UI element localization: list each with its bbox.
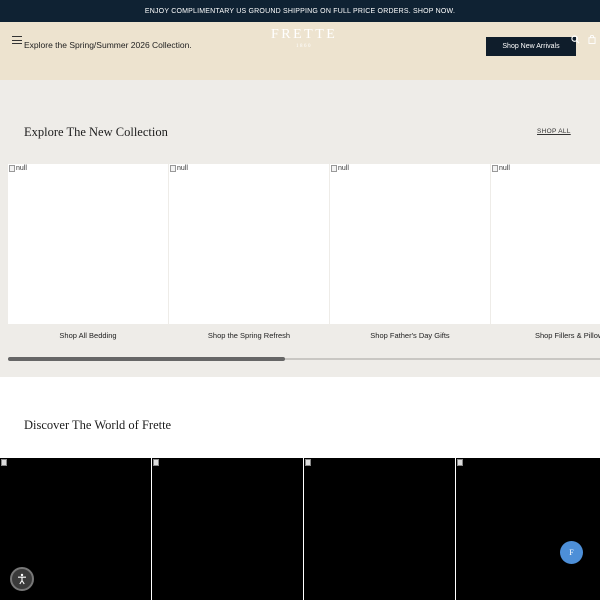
collection-card[interactable]: null Shop the Spring Refresh xyxy=(169,164,329,340)
broken-image-icon xyxy=(153,459,159,466)
site-header: Explore the Spring/Summer 2026 Collectio… xyxy=(0,22,600,80)
discover-grid xyxy=(0,458,600,600)
card-caption[interactable]: Shop All Bedding xyxy=(8,331,168,340)
broken-image-icon: null xyxy=(170,165,188,172)
card-image[interactable]: null xyxy=(8,164,168,324)
menu-icon[interactable] xyxy=(12,36,22,44)
broken-image-icon: null xyxy=(9,165,27,172)
logo-year: 1860 xyxy=(296,44,312,49)
broken-image-icon: null xyxy=(331,165,349,172)
shop-all-link[interactable]: SHOP ALL xyxy=(537,128,571,135)
broken-image-icon xyxy=(305,459,311,466)
discover-tile[interactable] xyxy=(152,458,303,600)
broken-image-icon xyxy=(457,459,463,466)
broken-image-icon xyxy=(1,459,7,466)
card-image[interactable]: null xyxy=(491,164,600,324)
collection-carousel[interactable]: null Shop All Bedding null Shop the Spri… xyxy=(8,164,600,344)
shop-new-arrivals-button[interactable]: Shop New Arrivals xyxy=(486,37,576,56)
announcement-bar[interactable]: ENJOY COMPLIMENTARY US GROUND SHIPPING O… xyxy=(0,0,600,22)
card-caption[interactable]: Shop Father's Day Gifts xyxy=(330,331,490,340)
section-title: Explore The New Collection xyxy=(24,125,168,139)
chat-label: F xyxy=(569,548,574,557)
discover-tile[interactable] xyxy=(456,458,600,600)
card-image[interactable]: null xyxy=(330,164,490,324)
broken-image-icon: null xyxy=(492,165,510,172)
collection-card[interactable]: null Shop Father's Day Gifts xyxy=(330,164,490,340)
new-collection-section: Explore The New Collection SHOP ALL null… xyxy=(0,80,600,377)
brand-logo[interactable]: FRETTE 1860 xyxy=(271,27,338,50)
section-title: Discover The World of Frette xyxy=(24,418,172,432)
search-icon[interactable] xyxy=(571,35,580,46)
card-caption[interactable]: Shop the Spring Refresh xyxy=(169,331,329,340)
card-image[interactable]: null xyxy=(169,164,329,324)
discover-tile[interactable] xyxy=(304,458,455,600)
carousel-scroll-thumb[interactable] xyxy=(8,357,285,361)
accessibility-icon[interactable] xyxy=(10,567,34,591)
collection-card[interactable]: null Shop All Bedding xyxy=(8,164,168,340)
discover-section: Discover The World of Frette xyxy=(0,377,600,458)
collection-card[interactable]: null Shop Fillers & Pillows xyxy=(491,164,600,340)
announcement-text[interactable]: ENJOY COMPLIMENTARY US GROUND SHIPPING O… xyxy=(145,8,455,15)
bag-icon[interactable] xyxy=(588,34,596,46)
promo-text[interactable]: Explore the Spring/Summer 2026 Collectio… xyxy=(24,40,192,50)
logo-word: FRETTE xyxy=(271,27,338,42)
card-caption[interactable]: Shop Fillers & Pillows xyxy=(491,331,600,340)
chat-button[interactable]: F xyxy=(560,541,583,564)
